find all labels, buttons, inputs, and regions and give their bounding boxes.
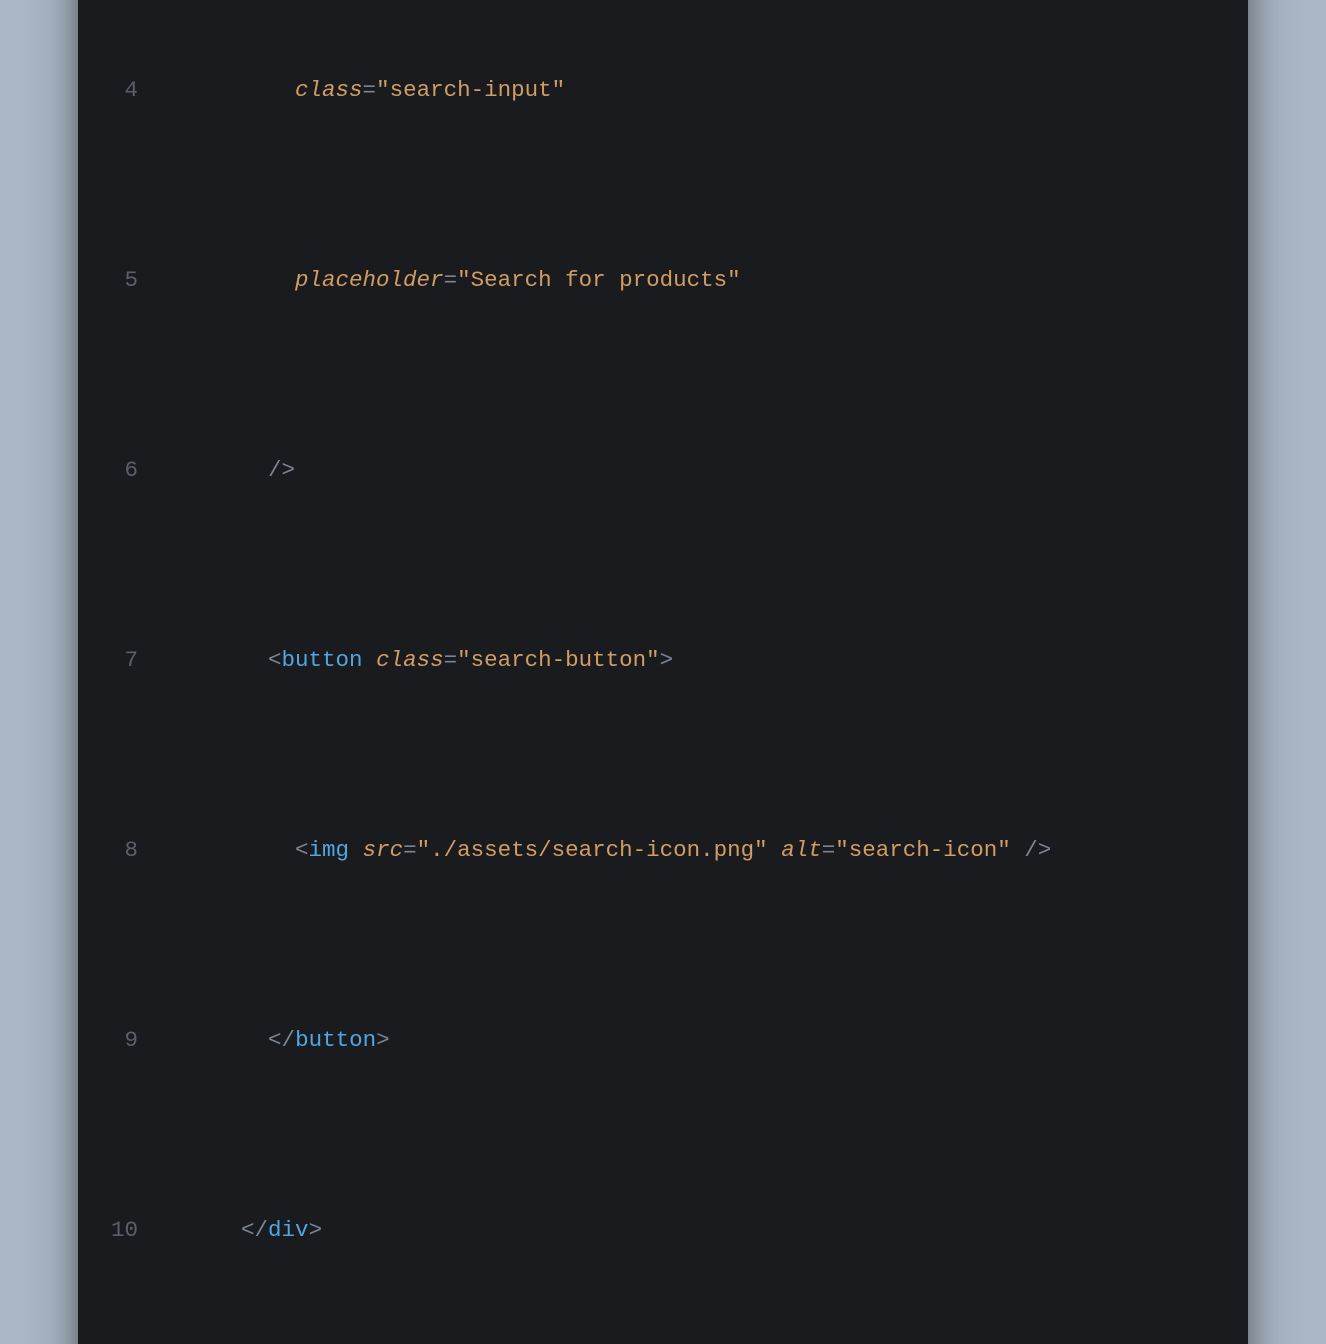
code-block: 1 <div class="grid-item-search"> 2 <inpu…	[108, 0, 1218, 1344]
line-number: 8	[108, 831, 160, 869]
code-content: <img src="./assets/search-icon.png" alt=…	[160, 831, 1218, 869]
code-content: class="search-input"	[160, 71, 1218, 109]
line-number: 7	[108, 641, 160, 679]
code-content: />	[160, 451, 1218, 489]
code-content: </button>	[160, 1021, 1218, 1059]
line-number: 6	[108, 451, 160, 489]
code-line: 8 <img src="./assets/search-icon.png" al…	[108, 831, 1218, 869]
code-content: </div>	[160, 1211, 1218, 1249]
line-number: 10	[108, 1211, 160, 1249]
code-line: 9 </button>	[108, 1021, 1218, 1059]
code-line: 5 placeholder="Search for products"	[108, 261, 1218, 299]
code-line: 6 />	[108, 451, 1218, 489]
code-content: placeholder="Search for products"	[160, 261, 1218, 299]
code-line: 10 </div>	[108, 1211, 1218, 1249]
line-number: 5	[108, 261, 160, 299]
line-number: 9	[108, 1021, 160, 1059]
code-window: 1 <div class="grid-item-search"> 2 <inpu…	[78, 0, 1248, 1344]
code-content: <button class="search-button">	[160, 641, 1218, 679]
line-number: 4	[108, 71, 160, 109]
code-line: 7 <button class="search-button">	[108, 641, 1218, 679]
code-line: 4 class="search-input"	[108, 71, 1218, 109]
